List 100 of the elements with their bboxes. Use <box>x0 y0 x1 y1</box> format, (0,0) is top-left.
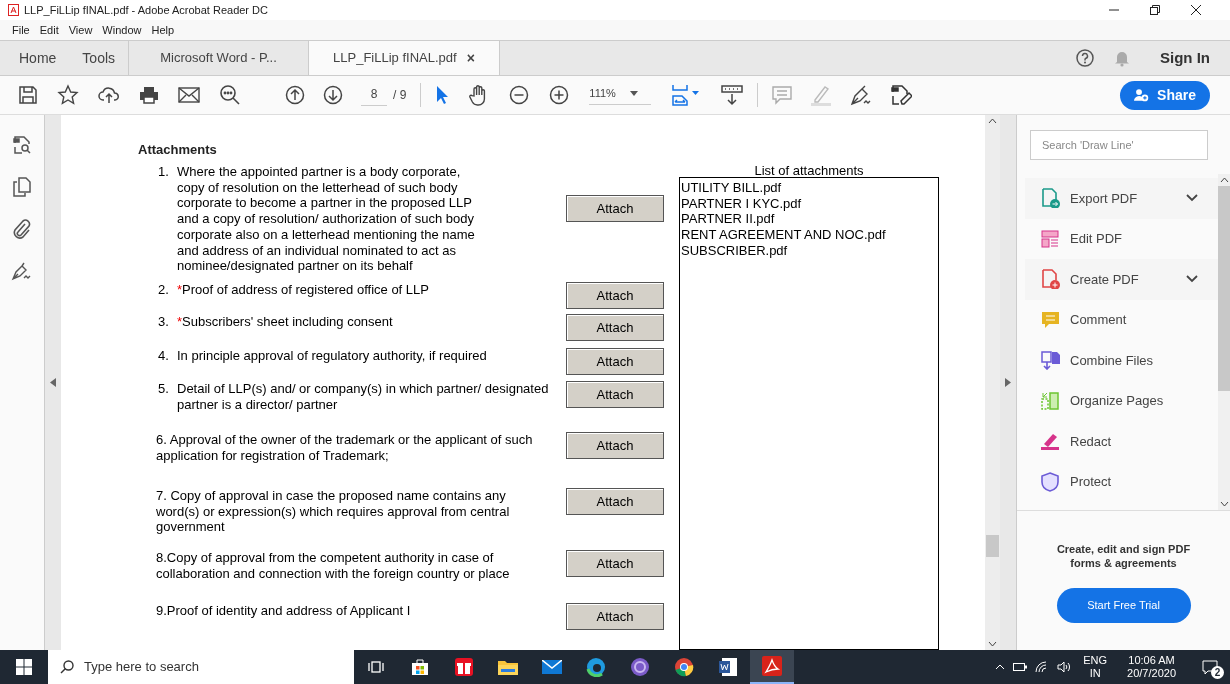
expand-arrow-icon[interactable] <box>1005 378 1011 387</box>
attach-button[interactable]: Attach <box>566 314 664 341</box>
mail-icon[interactable] <box>542 660 562 674</box>
tool-label: Export PDF <box>1070 189 1139 208</box>
attach-button[interactable]: Attach <box>566 381 664 408</box>
cloud-upload-icon[interactable] <box>98 85 120 105</box>
document-search-icon[interactable] <box>12 135 32 155</box>
attachment-file-name[interactable]: SUBSCRIBER.pdf <box>681 242 937 259</box>
attachment-file-name[interactable]: PARTNER II.pdf <box>681 211 937 228</box>
windows-start-icon[interactable] <box>16 659 32 675</box>
clock-time[interactable]: 10:06 AM <box>1128 654 1175 667</box>
scroll-down-icon[interactable] <box>988 641 997 647</box>
pointer-icon[interactable] <box>435 85 450 105</box>
pdf-file-icon <box>8 4 19 16</box>
arrow-up-circle-icon[interactable] <box>285 85 305 105</box>
collapse-arrow-icon[interactable] <box>50 378 56 387</box>
word-document-icon[interactable] <box>718 657 738 677</box>
menu-item[interactable]: Edit <box>39 21 59 39</box>
pages-icon[interactable] <box>13 177 31 197</box>
item-text: 9.Proof of identity and address of Applicant I <box>156 603 411 619</box>
comment-icon <box>1040 309 1060 330</box>
tool-label: Comment <box>1070 311 1128 329</box>
attachment-file-name[interactable]: PARTNER I KYC.pdf <box>681 195 937 212</box>
battery-icon <box>1013 663 1028 671</box>
menu-item[interactable]: File <box>12 21 30 39</box>
print-icon[interactable] <box>139 85 159 105</box>
help-icon[interactable] <box>1076 49 1094 67</box>
scroll-up-icon[interactable] <box>1219 177 1229 183</box>
sign-in-button[interactable]: Sign In <box>1160 46 1210 70</box>
create-pdf-icon <box>1040 269 1060 290</box>
item-text: 8.Copy of approval from the competent authority in case of collaboration and connection with the foreign country or place <box>156 550 510 582</box>
email-icon[interactable] <box>178 86 200 104</box>
pen-sign-icon[interactable] <box>11 261 33 281</box>
scrollbar-thumb[interactable] <box>986 535 999 557</box>
item-text: 6. Approval of the owner of the trademark or the applicant of such application for registration of Trademark; <box>156 432 533 464</box>
zoom-dropdown[interactable]: 111% <box>589 85 652 105</box>
paperclip-icon[interactable] <box>13 219 31 239</box>
edit-pdf-icon <box>1040 228 1060 249</box>
menu-item[interactable]: Window <box>102 21 142 39</box>
pdf-reader-icon[interactable] <box>762 656 782 676</box>
scroll-down-icon[interactable] <box>1219 501 1229 507</box>
edit-document-icon[interactable] <box>890 84 913 106</box>
page-total: / 9 <box>393 87 407 104</box>
item-text: *Proof of address of registered office of LLP <box>177 282 429 298</box>
save-icon[interactable] <box>18 85 38 105</box>
region-indicator[interactable]: IN <box>1089 667 1101 680</box>
item-text: 7. Copy of approval in case the proposed name contains any word(s) or expression(s) which requires approval from central government <box>156 488 510 536</box>
clock-date[interactable]: 20/7/2020 <box>1127 667 1176 680</box>
page-number-field[interactable]: 8 <box>361 84 387 106</box>
zoom-out-icon[interactable] <box>509 85 530 105</box>
search-icon <box>60 660 74 674</box>
item-number: 1. <box>158 164 170 181</box>
item-number: 4. <box>158 348 170 364</box>
chevron-up-icon[interactable] <box>995 664 1006 670</box>
organize-pages-icon <box>1040 390 1060 411</box>
start-free-trial-button[interactable]: Start Free Trial <box>1056 588 1191 623</box>
folder-icon[interactable] <box>498 659 518 675</box>
attach-button[interactable]: Attach <box>566 603 664 630</box>
add-user-icon <box>1134 87 1150 103</box>
item-number: 2. <box>158 282 170 298</box>
attach-button[interactable]: Attach <box>566 550 664 577</box>
task-view-icon[interactable] <box>368 660 384 674</box>
list-title: List of attachments <box>753 162 865 177</box>
star-icon[interactable] <box>57 84 79 106</box>
scrollbar-thumb[interactable] <box>1218 186 1230 391</box>
menu-item[interactable]: Help <box>151 21 175 39</box>
chevron-down-icon[interactable] <box>1186 275 1198 284</box>
shield-icon <box>1040 471 1060 492</box>
fit-page-icon[interactable] <box>671 84 702 106</box>
search-icon[interactable] <box>219 84 241 106</box>
taskbar-search-field[interactable]: Type here to search <box>48 650 354 684</box>
scroll-up-icon[interactable] <box>988 118 997 124</box>
attachment-file-name[interactable]: UTILITY BILL.pdf <box>681 180 937 196</box>
chevron-down-icon[interactable] <box>1186 194 1198 203</box>
attach-button[interactable]: Attach <box>566 488 664 515</box>
close-icon[interactable] <box>1190 4 1202 16</box>
search-field[interactable]: Search 'Draw Line' <box>1030 130 1208 160</box>
chrome-icon[interactable] <box>674 657 694 677</box>
attach-button[interactable]: Attach <box>566 195 664 222</box>
menu-item[interactable]: View <box>68 21 93 39</box>
attachment-file-name[interactable]: RENT AGREEMENT AND NOC.pdf <box>681 227 937 243</box>
restore-icon[interactable] <box>1149 4 1161 16</box>
close-tab-button[interactable]: × <box>466 47 475 69</box>
notification-icon[interactable] <box>1202 659 1218 675</box>
attach-button[interactable]: Attach <box>566 282 664 309</box>
attach-button[interactable]: Attach <box>566 432 664 459</box>
arrow-down-circle-icon[interactable] <box>323 85 343 105</box>
speaker-icon[interactable] <box>1057 661 1072 673</box>
pen-sign-icon[interactable] <box>850 84 873 106</box>
gift-icon[interactable] <box>454 657 474 677</box>
keyboard-download-icon[interactable] <box>721 84 744 106</box>
redact-icon <box>1040 431 1060 452</box>
zoom-in-icon[interactable] <box>549 85 570 105</box>
promo-text: Create, edit and sign PDF forms & agreements <box>1055 542 1192 570</box>
share-button[interactable]: Share <box>1120 80 1210 110</box>
store-icon[interactable] <box>411 658 429 676</box>
export-pdf-icon <box>1040 188 1060 209</box>
language-indicator[interactable]: ENG <box>1083 654 1108 667</box>
attach-button[interactable]: Attach <box>566 348 664 375</box>
tab[interactable]: LLP_FiLLip fINAL.pdf × <box>308 41 500 75</box>
